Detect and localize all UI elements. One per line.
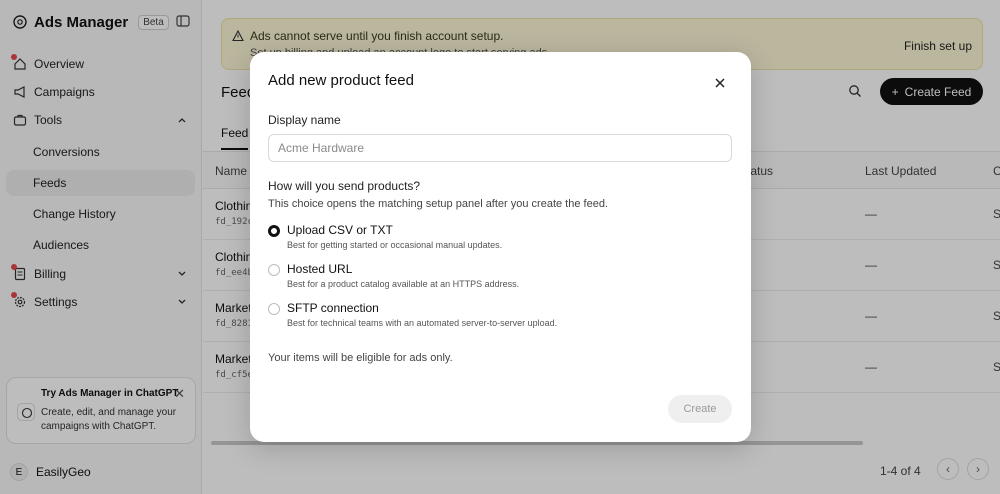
option-description: Best for getting started or occasional m… <box>287 240 503 250</box>
eligibility-note: Your items will be eligible for ads only… <box>268 352 453 364</box>
display-name-input[interactable] <box>268 134 732 162</box>
radio-upload-csv[interactable] <box>268 225 280 237</box>
option-description: Best for a product catalog available at … <box>287 279 520 289</box>
app: Ads Manager Beta Overview Campaigns Tool… <box>0 0 1000 494</box>
option-label: Hosted URL <box>287 262 353 276</box>
display-name-label: Display name <box>268 113 341 127</box>
send-method-question: How will you send products? <box>268 179 421 193</box>
send-method-help: This choice opens the matching setup pan… <box>268 198 608 210</box>
add-product-feed-dialog: Add new product feed Display name How wi… <box>250 52 751 442</box>
create-button[interactable]: Create <box>668 395 732 423</box>
option-label: Upload CSV or TXT <box>287 223 393 237</box>
radio-sftp[interactable] <box>268 303 280 315</box>
option-description: Best for technical teams with an automat… <box>287 318 558 328</box>
close-icon[interactable] <box>713 76 727 90</box>
radio-hosted-url[interactable] <box>268 264 280 276</box>
option-upload-csv[interactable]: Upload CSV or TXT Best for getting start… <box>268 223 728 253</box>
dialog-title: Add new product feed <box>268 72 414 89</box>
option-hosted-url[interactable]: Hosted URL Best for a product catalog av… <box>268 262 728 292</box>
option-label: SFTP connection <box>287 301 379 315</box>
option-sftp[interactable]: SFTP connection Best for technical teams… <box>268 301 728 331</box>
